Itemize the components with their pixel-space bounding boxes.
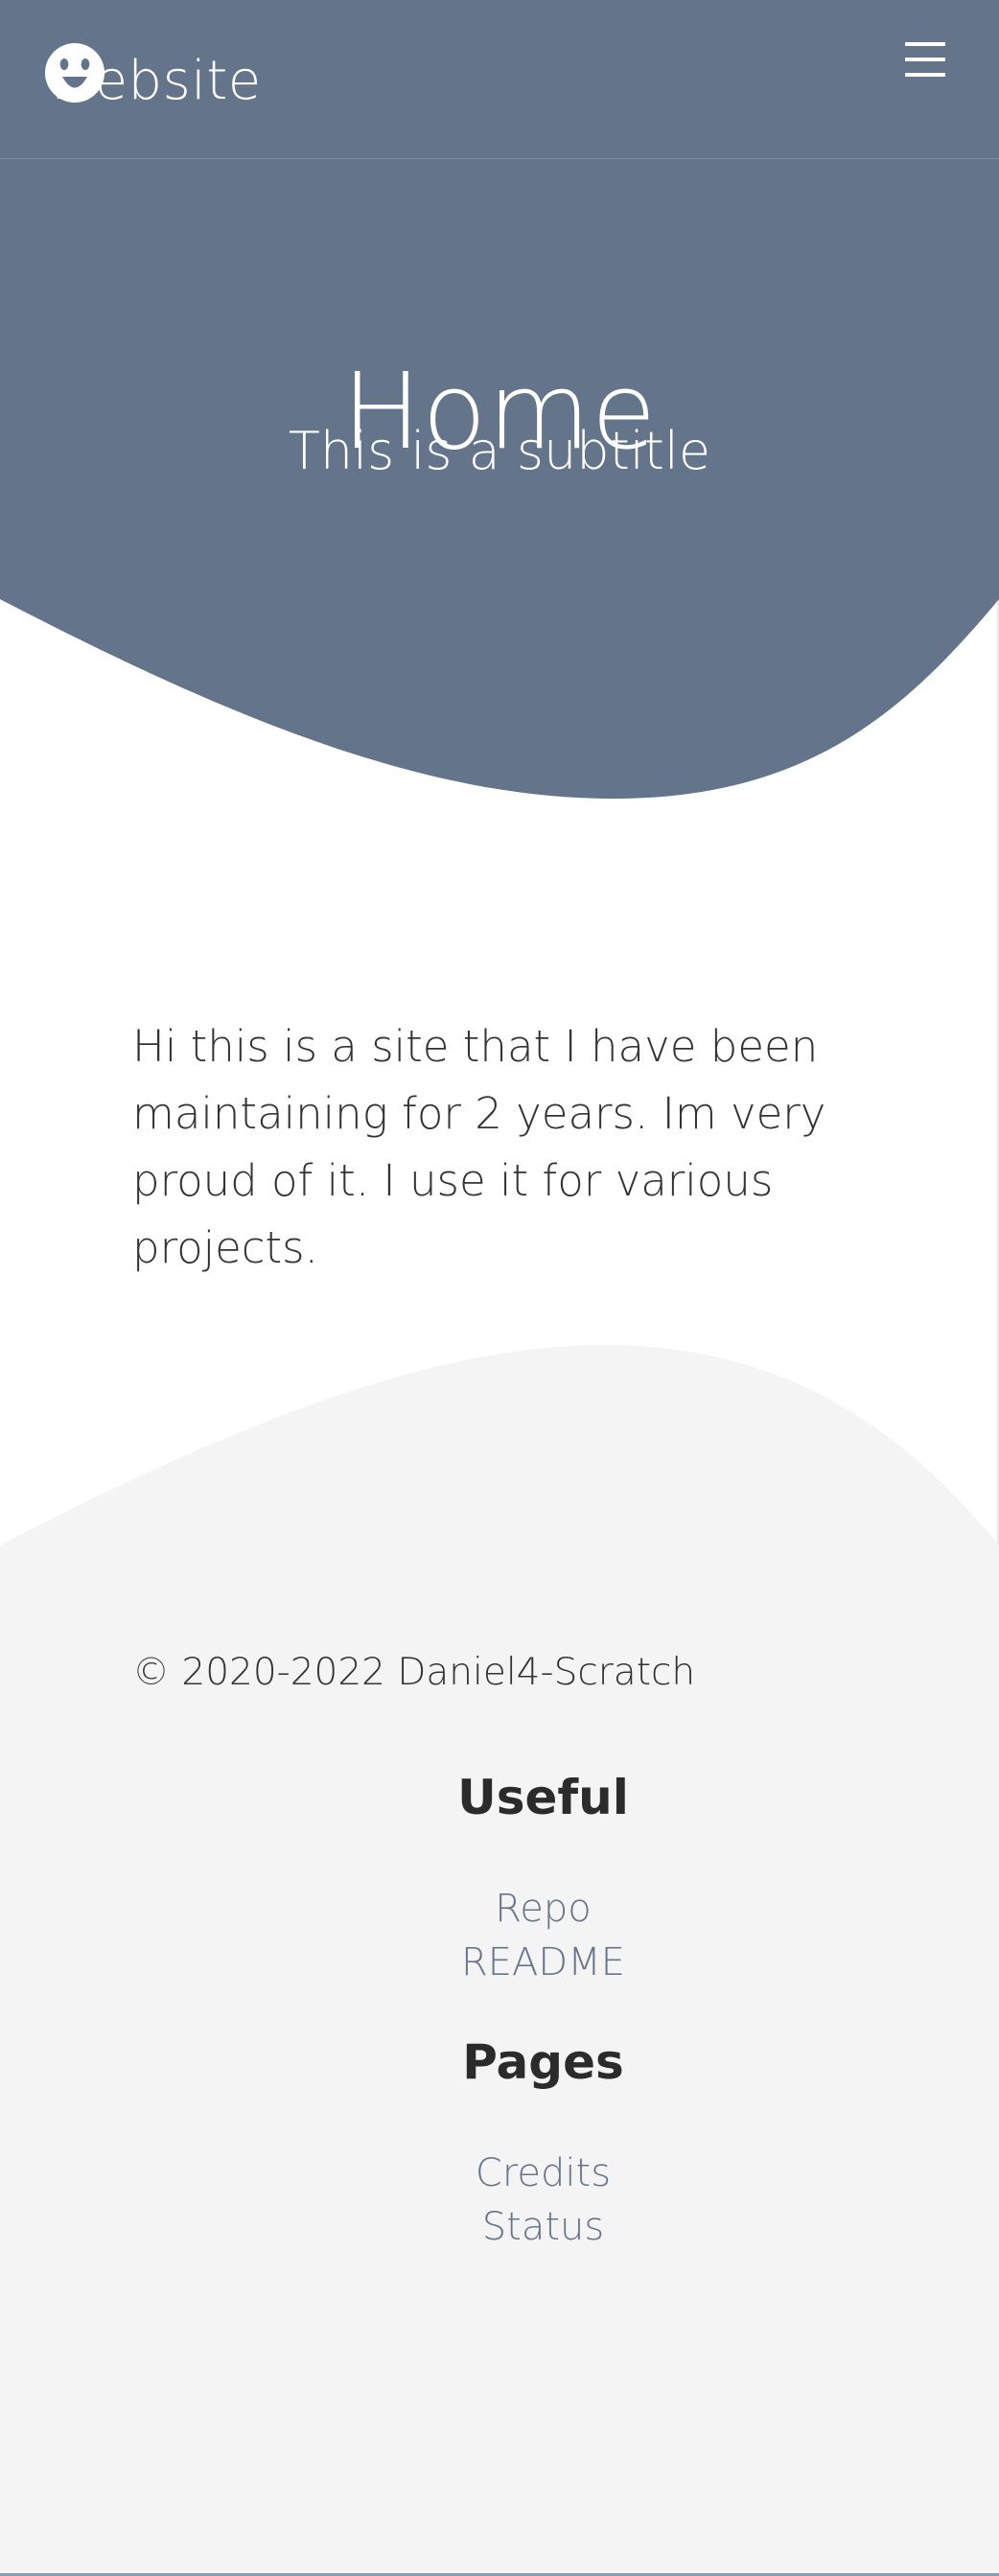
smiley-face-icon	[45, 43, 105, 103]
footer-heading-useful: Useful	[457, 1770, 629, 1825]
home-brand-link[interactable]: Website	[44, 42, 262, 119]
site-footer: © 2020-2022 Daniel4-Scratch Useful Repo …	[0, 1333, 999, 2576]
copyright-text: © 2020-2022 Daniel4-Scratch	[132, 1651, 696, 1694]
intro-paragraph: Hi this is a site that I have been maint…	[132, 1021, 826, 1273]
navbar: Website	[0, 0, 999, 159]
footer-link-readme[interactable]: README	[0, 1936, 999, 1989]
footer-link-status[interactable]: Status	[0, 2200, 999, 2254]
footer-link-credits[interactable]: Credits	[0, 2147, 999, 2200]
hamburger-menu-icon	[905, 42, 945, 77]
footer-link-repo[interactable]: Repo	[0, 1882, 999, 1936]
footer-heading-pages: Pages	[462, 2034, 624, 2090]
hero-header: Website Home This is a subtitle	[0, 0, 999, 805]
page-subtitle: This is a subtitle	[288, 421, 711, 481]
page: Website Home This is a subtitle Hi this …	[0, 0, 999, 2576]
hamburger-menu-button[interactable]	[905, 42, 959, 96]
